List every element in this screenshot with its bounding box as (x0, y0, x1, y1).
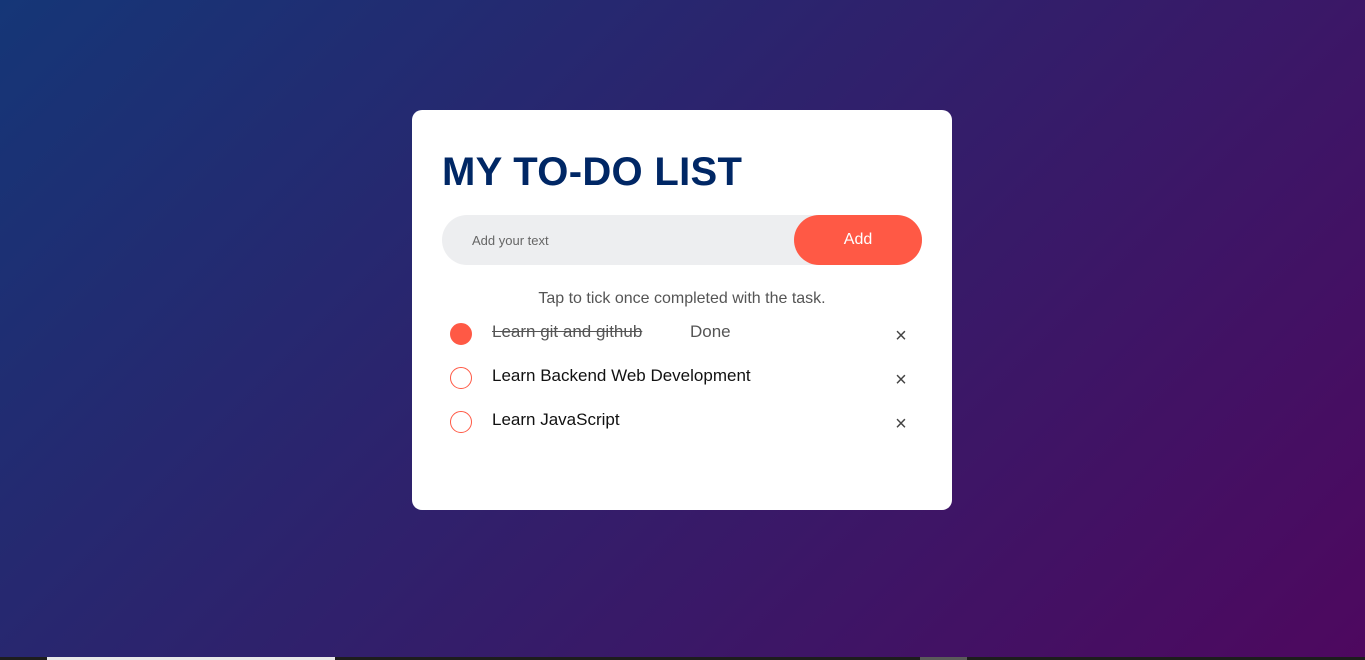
close-icon[interactable]: × (886, 412, 916, 436)
page-title: MY TO-DO LIST (442, 150, 743, 194)
task-item[interactable]: Learn Backend Web Development × (442, 358, 922, 402)
hint-text: Tap to tick once completed with the task… (442, 290, 922, 308)
todo-card: MY TO-DO LIST Add Tap to tick once compl… (412, 110, 952, 510)
task-status: Done (690, 322, 731, 341)
task-input[interactable] (442, 215, 782, 265)
task-item[interactable]: Learn JavaScript × (442, 402, 922, 446)
task-text: Learn JavaScript (492, 410, 620, 429)
add-task-row: Add (442, 215, 922, 265)
task-item[interactable]: Learn git and github Done × (442, 314, 922, 358)
checked-circle-icon[interactable] (450, 323, 472, 345)
task-text: Learn git and github (492, 322, 643, 341)
task-list: Learn git and github Done × Learn Backen… (442, 314, 922, 446)
close-icon[interactable]: × (886, 368, 916, 392)
add-button[interactable]: Add (794, 215, 922, 265)
close-icon[interactable]: × (886, 324, 916, 348)
unchecked-circle-icon[interactable] (450, 367, 472, 389)
unchecked-circle-icon[interactable] (450, 411, 472, 433)
task-text: Learn Backend Web Development (492, 366, 751, 385)
hint-label: Tap to tick once completed with the task… (538, 290, 826, 307)
